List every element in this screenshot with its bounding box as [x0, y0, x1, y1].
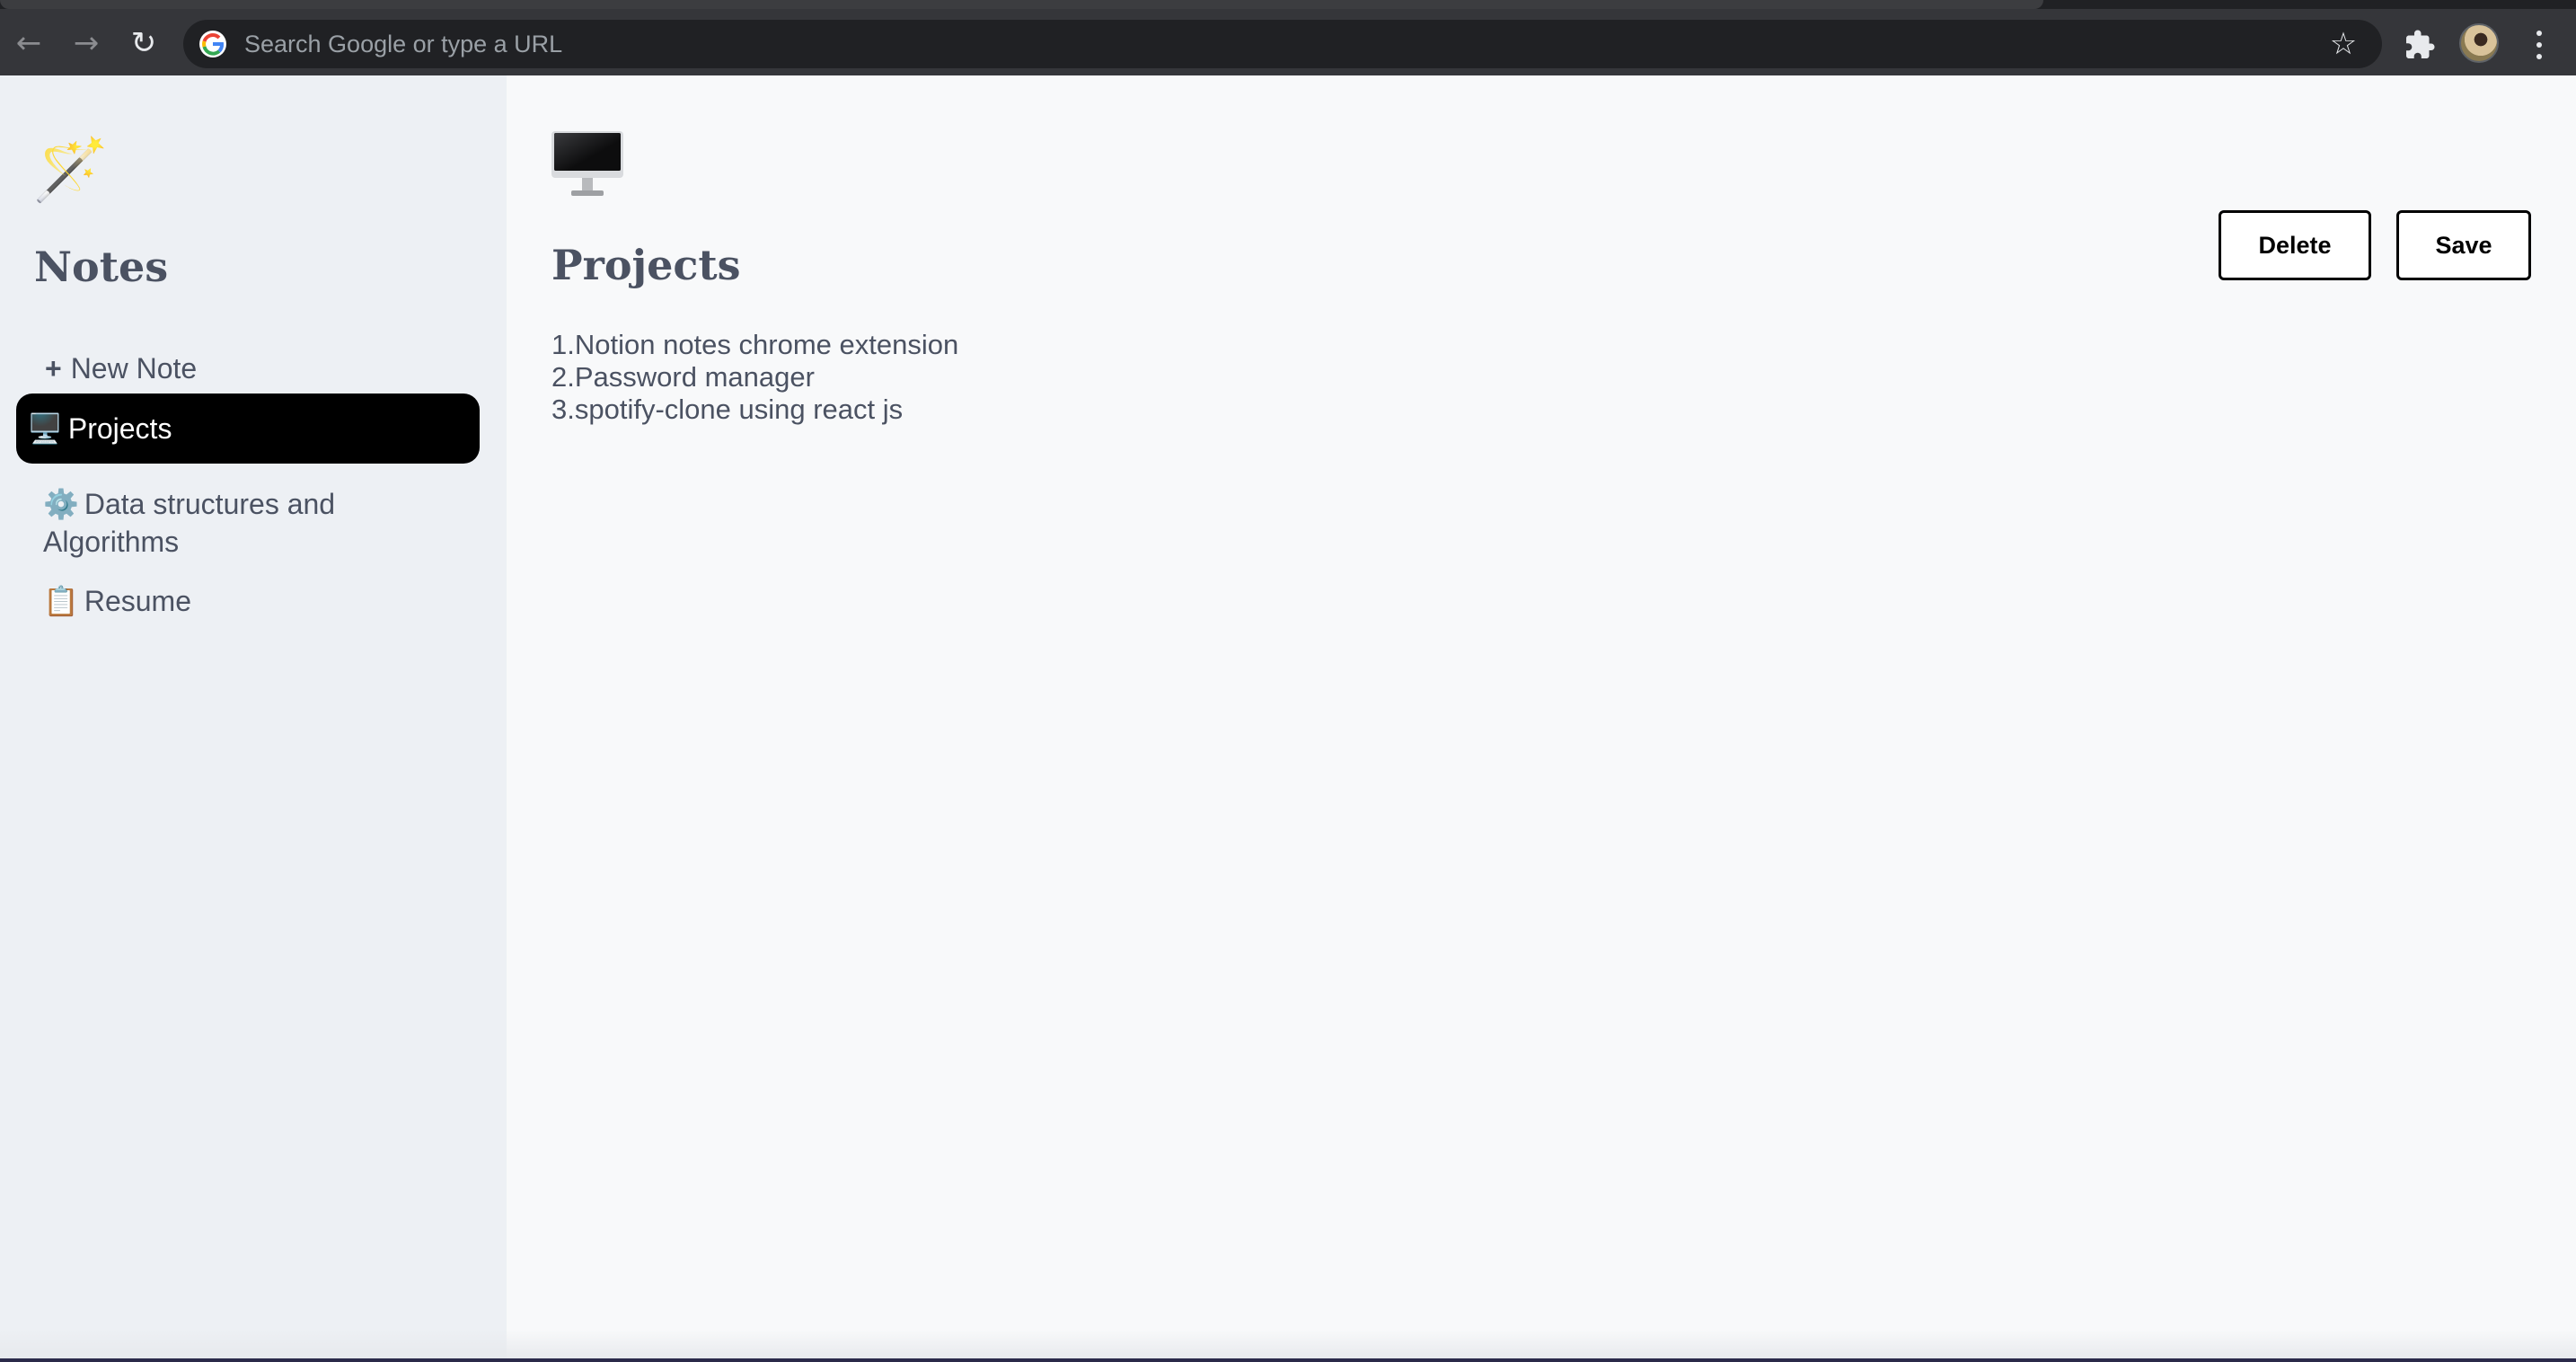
note-title[interactable]: Projects — [551, 241, 741, 289]
star-icon[interactable]: ☆ — [2326, 27, 2360, 61]
back-arrow-icon[interactable]: ← — [11, 25, 47, 61]
note-line: 3.spotify-clone using react js — [551, 394, 904, 425]
save-button[interactable]: Save — [2396, 210, 2531, 280]
sidebar-item-resume[interactable]: 📋 Resume — [16, 571, 480, 631]
new-note-label: New Note — [70, 352, 198, 385]
note-body[interactable]: 1.Notion notes chrome extension 2.Passwo… — [551, 329, 1809, 426]
window-bottom-edge — [0, 1358, 2576, 1362]
sidebar-item-label: Projects — [67, 412, 172, 445]
sidebar-item-data-structures[interactable]: ⚙️ Data structures and Algorithms — [16, 474, 480, 571]
new-note-button[interactable]: + New Note — [45, 347, 197, 390]
menu-icon[interactable] — [2526, 27, 2553, 63]
note-line: 1.Notion notes chrome extension — [551, 329, 959, 360]
desktop-computer-icon: 🖥️ — [27, 412, 63, 445]
magic-wand-icon: 🪄 — [32, 135, 109, 206]
note-editor: Projects 1.Notion notes chrome extension… — [507, 75, 2576, 1358]
sidebar: 🪄 Notes + New Note 🖥️ Projects ⚙️ Data stru… — [0, 75, 507, 1358]
forward-arrow-icon[interactable]: → — [68, 25, 104, 61]
clipboard-icon: 📋 — [43, 585, 79, 617]
google-icon — [199, 31, 226, 57]
note-line: 2.Password manager — [551, 361, 815, 393]
delete-button[interactable]: Delete — [2219, 210, 2371, 280]
sidebar-title: Notes — [34, 243, 169, 291]
sidebar-item-projects[interactable]: 🖥️ Projects — [16, 394, 480, 464]
notes-app: 🪄 Notes + New Note 🖥️ Projects ⚙️ Data stru… — [0, 75, 2576, 1358]
desktop-computer-icon — [550, 129, 625, 201]
sidebar-item-label: Data structures and Algorithms — [43, 488, 336, 558]
address-bar[interactable]: Search Google or type a URL ☆ — [183, 20, 2382, 68]
page-bottom-shadow — [0, 1330, 2576, 1358]
browser-toolbar: ← → ↻ Search Google or type a URL ☆ — [0, 9, 2576, 75]
plus-icon: + — [45, 352, 62, 385]
sidebar-item-label: Resume — [84, 585, 191, 617]
profile-avatar[interactable] — [2459, 23, 2499, 63]
gear-icon: ⚙️ — [43, 488, 79, 520]
note-list: 🖥️ Projects ⚙️ Data structures and Algorit… — [16, 394, 480, 631]
reload-icon[interactable]: ↻ — [126, 25, 162, 61]
browser-tab[interactable] — [0, 0, 2043, 9]
extensions-icon[interactable] — [2404, 29, 2436, 61]
address-bar-placeholder[interactable]: Search Google or type a URL — [244, 20, 562, 68]
